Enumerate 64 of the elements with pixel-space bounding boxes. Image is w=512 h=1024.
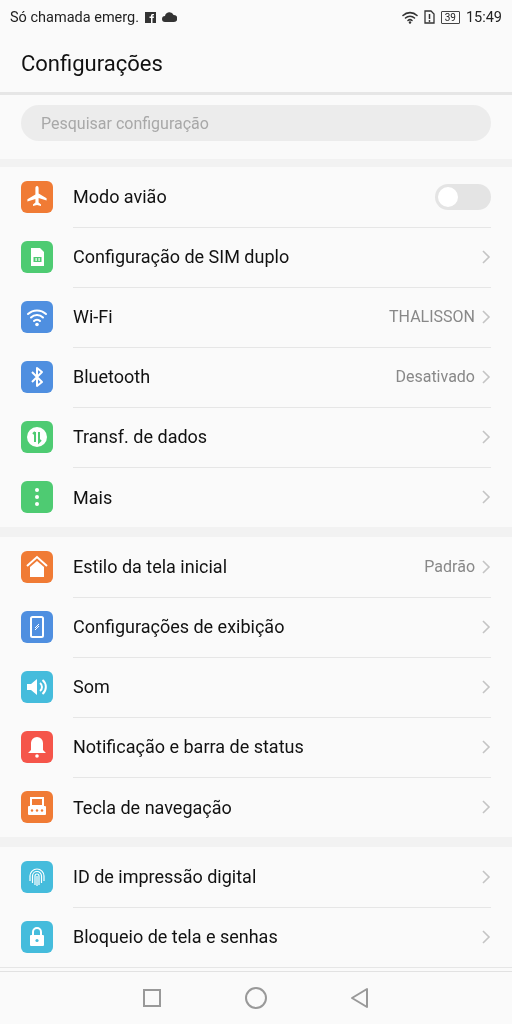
item-label: Wi-Fi bbox=[73, 306, 114, 327]
page-title: Configurações bbox=[21, 50, 163, 76]
item-label: Tecla de navegação bbox=[73, 796, 233, 818]
settings-item[interactable]: Bloqueio de tela e senhas bbox=[0, 907, 512, 967]
sim-card-icon bbox=[21, 241, 53, 273]
item-label: ID de impressão digital bbox=[73, 866, 258, 887]
item-label: Configuração de SIM duplo bbox=[73, 246, 291, 267]
arrows-icon bbox=[21, 421, 53, 453]
settings-item[interactable]: Mais bbox=[0, 467, 512, 527]
settings-item[interactable]: Notificação e barra de status bbox=[0, 717, 512, 777]
settings-item[interactable]: Estilo da tela inicial Padrão bbox=[0, 537, 512, 597]
item-value: Desativado bbox=[395, 367, 475, 386]
bell-icon bbox=[21, 731, 53, 763]
chevron-icon bbox=[481, 368, 491, 385]
sim-alert-icon bbox=[423, 10, 435, 24]
speaker-icon bbox=[21, 671, 53, 703]
item-value: THALISSON bbox=[389, 307, 475, 326]
chevron-icon bbox=[481, 928, 491, 945]
airplane-icon bbox=[21, 181, 53, 213]
bluetooth-icon bbox=[21, 361, 53, 393]
wifi-icon bbox=[21, 301, 53, 333]
cloud-icon bbox=[162, 12, 178, 22]
item-label: Estilo da tela inicial bbox=[73, 556, 229, 577]
settings-item[interactable]: Configuração de SIM duplo bbox=[0, 227, 512, 287]
house-icon bbox=[21, 551, 53, 583]
settings-item[interactable]: Bluetooth Desativado bbox=[0, 347, 512, 407]
keyboard-icon bbox=[21, 791, 53, 823]
lock-icon bbox=[21, 921, 53, 953]
item-label: Notificação e barra de status bbox=[73, 736, 305, 757]
item-label: Bluetooth bbox=[73, 366, 152, 387]
settings-item[interactable]: Configurações de exibição bbox=[0, 597, 512, 657]
chevron-icon bbox=[481, 248, 491, 265]
chevron-icon bbox=[481, 489, 491, 505]
search-field[interactable]: Pesquisar configuração bbox=[21, 105, 491, 141]
chevron-icon bbox=[481, 618, 491, 635]
item-label: Modo avião bbox=[73, 186, 168, 207]
wifi-icon bbox=[401, 10, 418, 24]
facebook-icon bbox=[145, 11, 157, 23]
carrier-text: Só chamada emerg. bbox=[10, 8, 140, 26]
item-label: Som bbox=[73, 676, 111, 697]
item-label: Mais bbox=[73, 486, 114, 508]
chevron-icon bbox=[481, 308, 491, 325]
settings-item[interactable]: Tecla de navegação bbox=[0, 777, 512, 837]
settings-item[interactable]: Wi-Fi THALISSON bbox=[0, 287, 512, 347]
item-label: Configurações de exibição bbox=[73, 616, 286, 637]
phone-icon bbox=[21, 611, 53, 643]
chevron-icon bbox=[481, 678, 491, 695]
item-label: Transf. de dados bbox=[73, 426, 209, 447]
item-label: Bloqueio de tela e senhas bbox=[73, 926, 279, 947]
chevron-icon bbox=[481, 558, 491, 575]
chevron-icon bbox=[481, 738, 491, 755]
battery-indicator: 39 bbox=[440, 10, 460, 24]
settings-item[interactable]: ID de impressão digital bbox=[0, 847, 512, 907]
chevron-icon bbox=[481, 428, 491, 445]
settings-item[interactable]: Transf. de dados bbox=[0, 407, 512, 467]
chevron-icon bbox=[481, 868, 491, 885]
item-value: Padrão bbox=[424, 557, 475, 576]
toggle-switch[interactable] bbox=[435, 183, 491, 210]
settings-item[interactable]: Som bbox=[0, 657, 512, 717]
chevron-icon bbox=[481, 799, 491, 815]
fingerprint-icon bbox=[21, 861, 53, 893]
settings-item[interactable]: Modo avião bbox=[0, 167, 512, 227]
dots-icon bbox=[21, 481, 53, 513]
clock: 15:49 bbox=[465, 8, 502, 26]
